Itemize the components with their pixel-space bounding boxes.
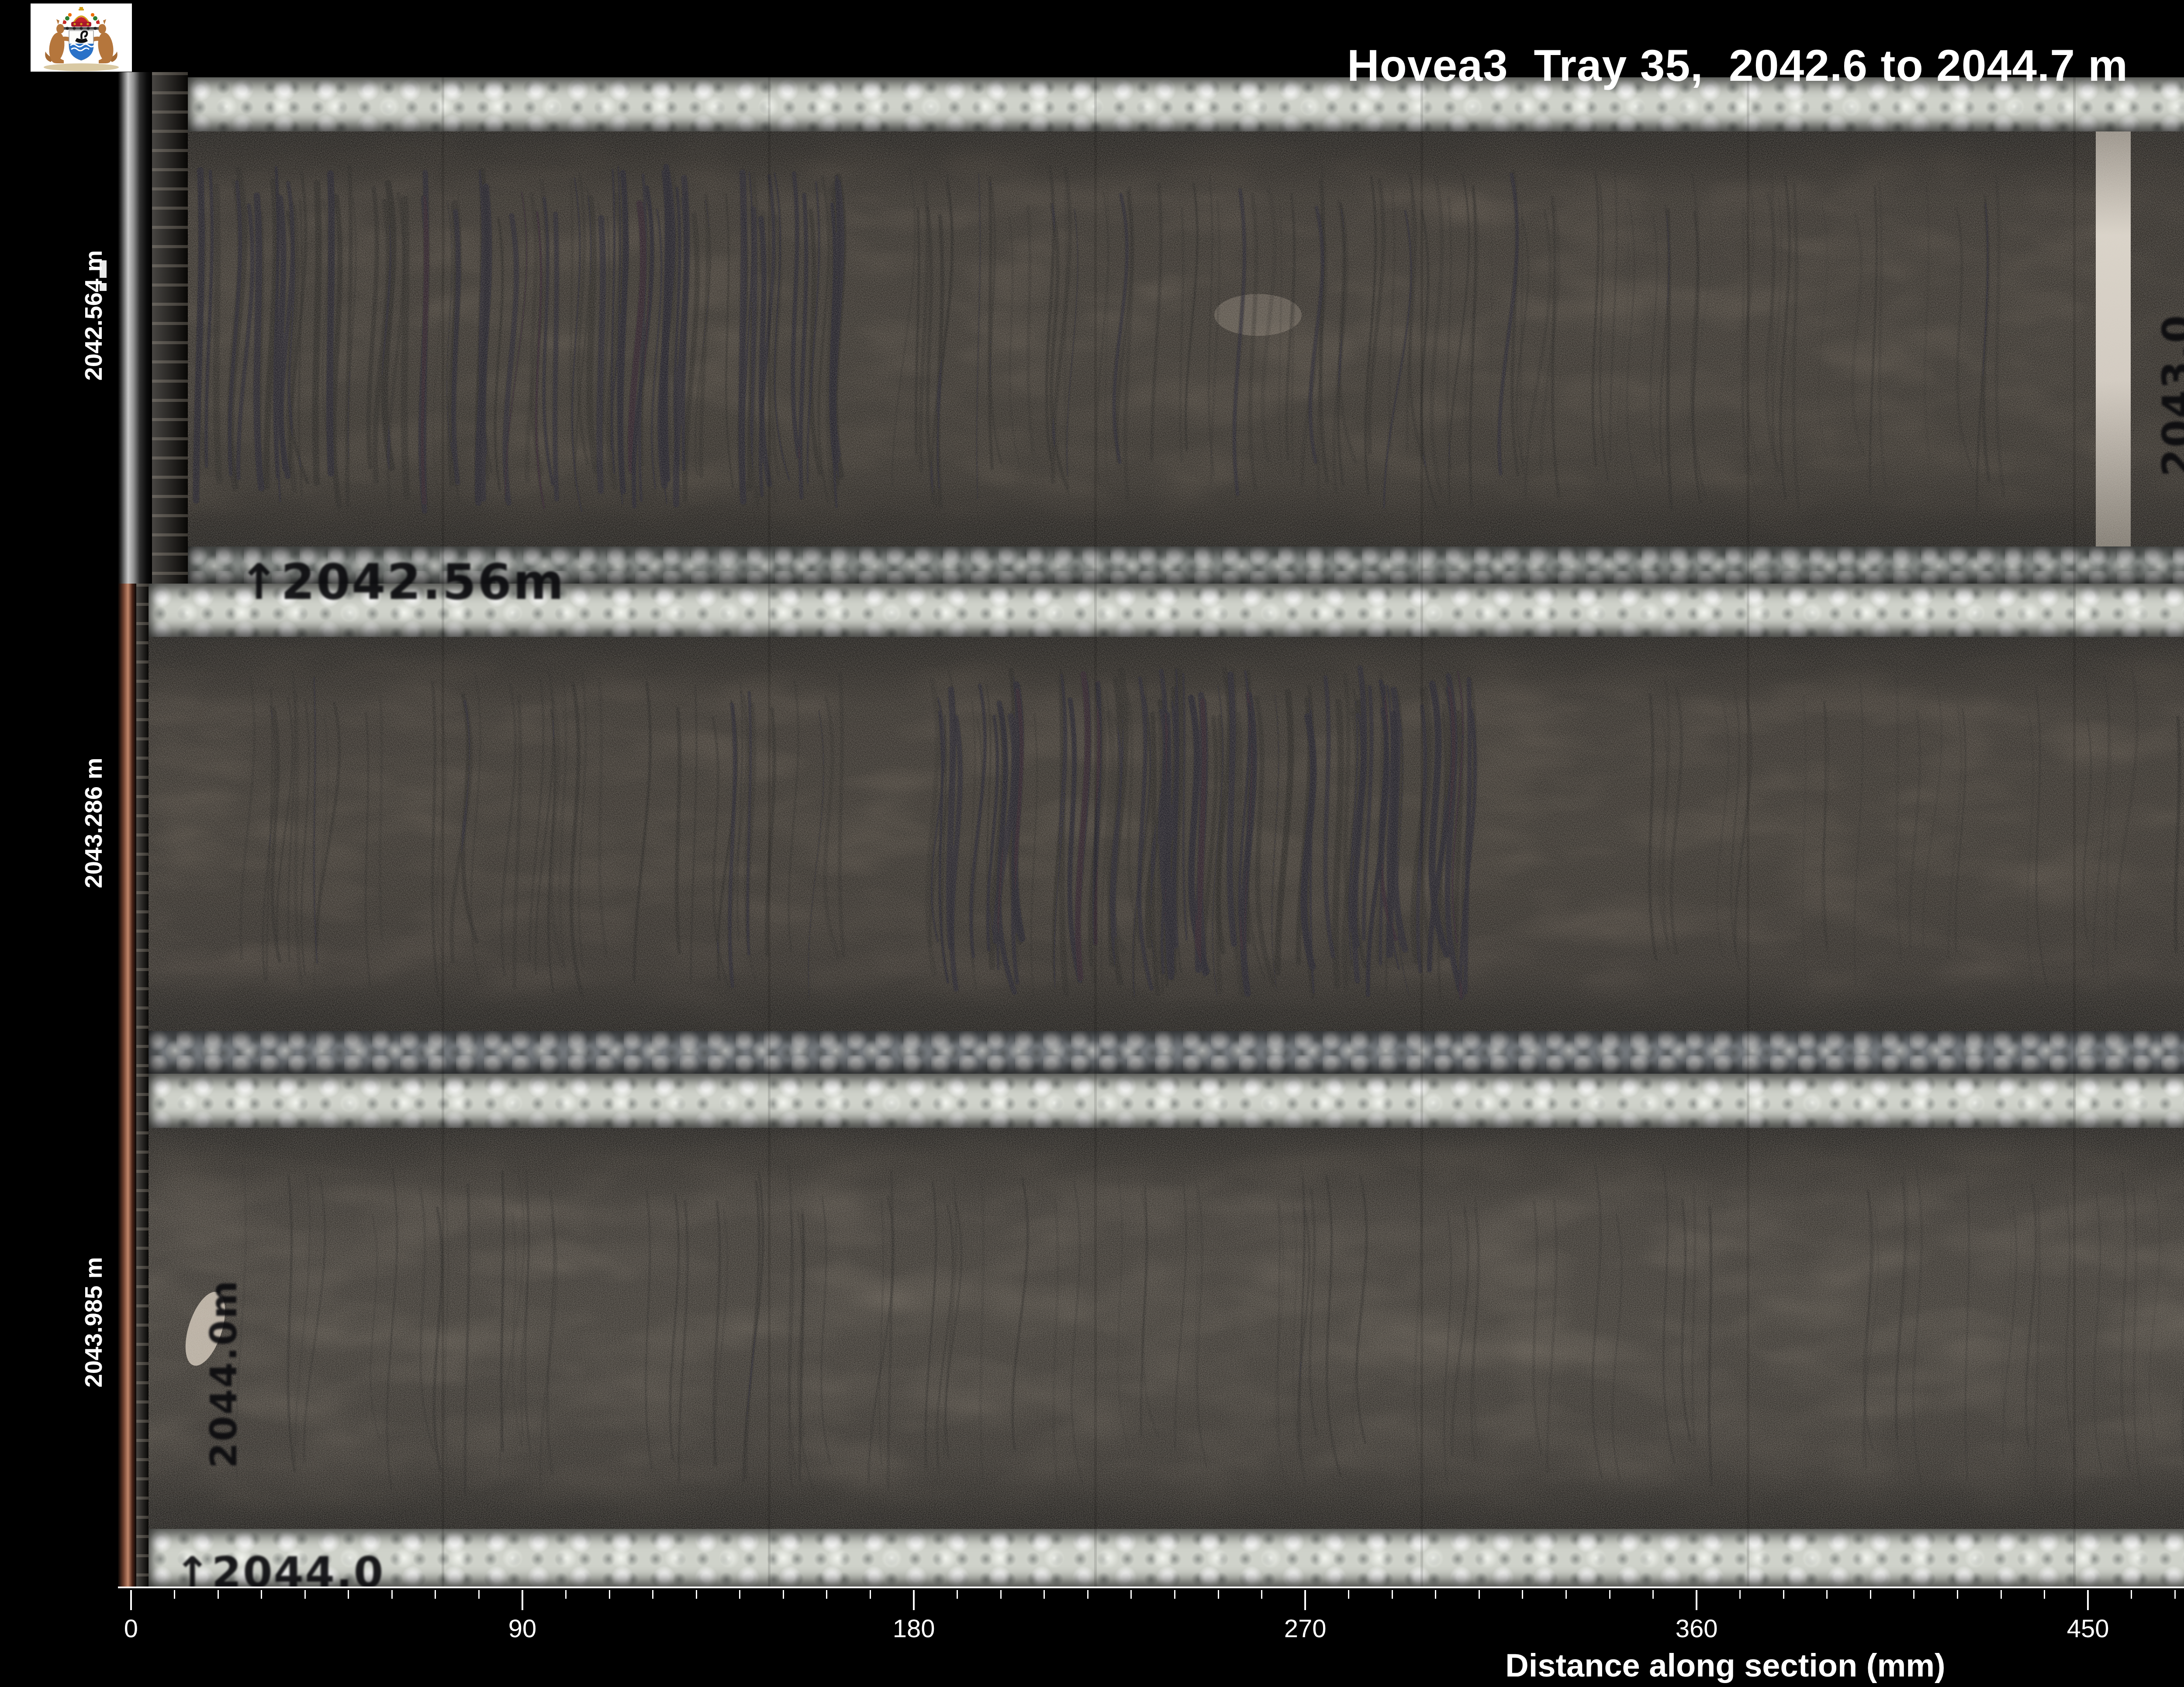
depth-label-row2: 2043.286 m — [79, 758, 107, 888]
x-axis-minor-tick — [1479, 1590, 1480, 1599]
x-axis-minor-tick — [1130, 1590, 1132, 1599]
handwritten-mark: ↑2044.0 — [174, 1548, 384, 1597]
x-axis-minor-tick — [304, 1590, 306, 1599]
x-axis-minor-tick — [1522, 1590, 1523, 1599]
foam-strip-bottom-row2 — [149, 1031, 2184, 1074]
x-axis-minor-tick — [1826, 1590, 1828, 1599]
x-axis-minor-tick — [1174, 1590, 1175, 1599]
x-axis-minor-tick — [1087, 1590, 1089, 1599]
x-axis-minor-tick — [348, 1590, 349, 1599]
wa-coat-of-arms-icon — [31, 3, 132, 72]
core-row-1 — [118, 72, 2184, 584]
x-axis-tick-label: 450 — [2067, 1614, 2109, 1643]
x-axis-title: Distance along section (mm) — [1505, 1647, 1945, 1684]
x-axis-tick-label: 0 — [124, 1614, 138, 1643]
x-axis-tick-label: 90 — [508, 1614, 537, 1643]
core-row-2 — [118, 584, 2184, 1074]
x-axis-minor-tick — [1913, 1590, 1914, 1599]
handwritten-mark: 2044.0m — [202, 1279, 245, 1469]
x-axis-minor-tick — [739, 1590, 740, 1599]
x-axis-major-tick — [2087, 1590, 2089, 1610]
x-axis-minor-tick — [2001, 1590, 2002, 1599]
x-axis-minor-tick — [1565, 1590, 1567, 1599]
x-axis-tick-label: 360 — [1676, 1614, 1718, 1643]
x-axis-minor-tick — [218, 1590, 219, 1599]
handwritten-mark: 2043.0 — [2154, 314, 2184, 477]
x-axis-minor-tick — [957, 1590, 958, 1599]
x-axis-minor-tick — [1348, 1590, 1349, 1599]
x-axis-major-tick — [1304, 1590, 1306, 1610]
tray-end-rib-row1 — [152, 72, 188, 584]
x-axis-major-tick — [1696, 1590, 1697, 1610]
wa-coat-of-arms-logo — [31, 3, 132, 72]
core-row-3 — [118, 1074, 2184, 1588]
x-axis-minor-tick — [478, 1590, 480, 1599]
x-axis-minor-tick — [1044, 1590, 1045, 1599]
x-axis-minor-tick — [1218, 1590, 1219, 1599]
x-axis-minor-tick — [2044, 1590, 2045, 1599]
tray-end-metal-row2 — [118, 584, 136, 1074]
x-axis-minor-tick — [1435, 1590, 1436, 1599]
x-axis-major-tick — [522, 1590, 523, 1610]
x-axis-tick-label: 270 — [1284, 1614, 1327, 1643]
x-axis-minor-tick — [1957, 1590, 1958, 1599]
tray-end-metal-row3 — [118, 1074, 136, 1588]
x-axis-minor-tick — [391, 1590, 393, 1599]
handwritten-mark: ↑2042.56m — [238, 553, 565, 610]
depth-label-row1: 2042.564 m — [79, 250, 107, 381]
x-axis-major-tick — [130, 1590, 132, 1610]
figure-title: Hovea3 Tray 35, 2042.6 to 2044.7 m — [1347, 40, 2128, 91]
x-axis-minor-tick — [1652, 1590, 1654, 1599]
x-axis-minor-tick — [1392, 1590, 1393, 1599]
core-tray-figure: Hovea3 Tray 35, 2042.6 to 2044.7 m — [0, 0, 2184, 1687]
core-photo-row1 — [188, 131, 2184, 546]
x-axis-minor-tick — [609, 1590, 610, 1599]
foam-strip-top-row3 — [149, 1074, 2184, 1128]
x-axis-minor-tick — [870, 1590, 871, 1599]
x-axis-minor-tick — [652, 1590, 653, 1599]
x-axis-minor-tick — [1261, 1590, 1262, 1599]
x-axis-minor-tick — [2131, 1590, 2132, 1599]
x-axis-major-tick — [913, 1590, 915, 1610]
tray-end-metal-row1 — [118, 72, 152, 584]
x-axis-minor-tick — [1609, 1590, 1610, 1599]
tray-end-rib-row2 — [136, 584, 149, 1074]
x-axis-minor-tick — [783, 1590, 784, 1599]
x-axis-minor-tick — [1739, 1590, 1741, 1599]
x-axis-minor-tick — [826, 1590, 827, 1599]
x-axis-minor-tick — [2174, 1590, 2176, 1599]
x-axis-minor-tick — [1783, 1590, 1784, 1599]
x-axis-minor-tick — [565, 1590, 567, 1599]
x-axis-minor-tick — [696, 1590, 697, 1599]
tray-end-rib-row3 — [136, 1074, 149, 1588]
x-axis-minor-tick — [435, 1590, 436, 1599]
core-photo-row3 — [149, 1128, 2184, 1529]
title-bar: Hovea3 Tray 35, 2042.6 to 2044.7 m — [0, 0, 2184, 72]
depth-label-row3: 2043.985 m — [79, 1257, 107, 1388]
x-axis-minor-tick — [1000, 1590, 1002, 1599]
x-axis-minor-tick — [1870, 1590, 1871, 1599]
x-axis-tick-label: 180 — [893, 1614, 935, 1643]
x-axis-minor-tick — [261, 1590, 262, 1599]
x-axis-minor-tick — [174, 1590, 175, 1599]
foam-strip-bottom-row3 — [149, 1529, 2184, 1588]
core-photo-row2 — [149, 637, 2184, 1031]
